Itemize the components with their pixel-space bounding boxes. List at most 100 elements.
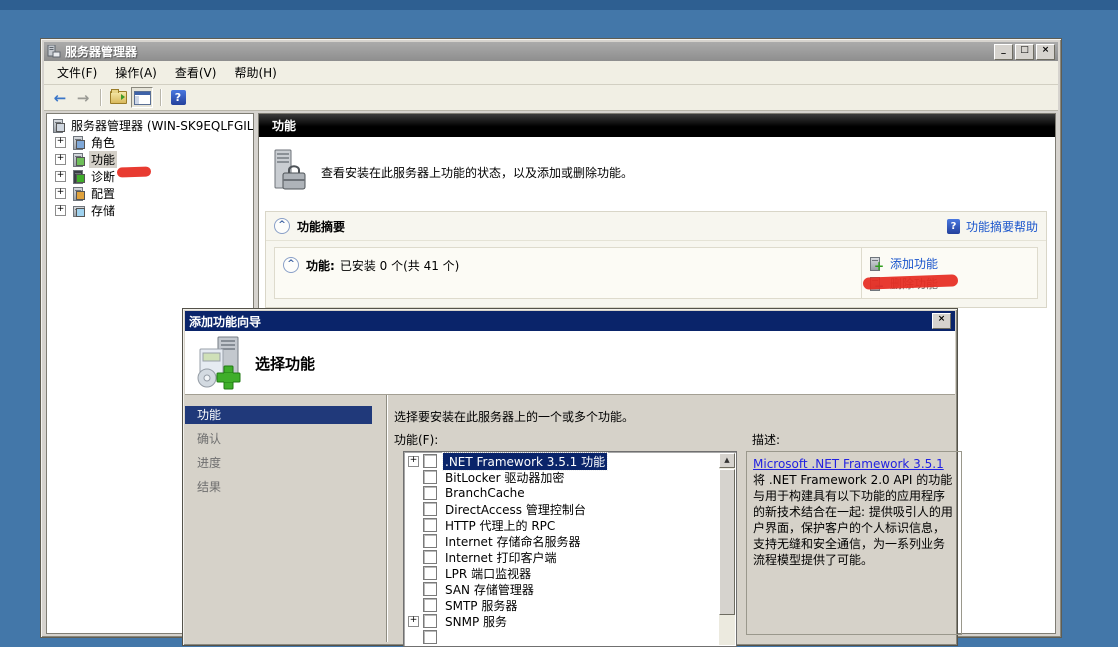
feature-label[interactable]: DirectAccess 管理控制台 [443,501,588,518]
feature-checkbox[interactable] [423,518,437,532]
expander-plus-icon[interactable]: + [55,205,66,216]
feature-label[interactable]: HTTP 代理上的 RPC [443,517,557,534]
menu-help[interactable]: 帮助(H) [225,61,285,84]
expander-plus-icon[interactable]: + [55,171,66,182]
menu-file[interactable]: 文件(F) [48,61,106,84]
feature-checkbox[interactable] [423,454,437,468]
select-features-intro: 选择要安装在此服务器上的一个或多个功能。 [394,408,962,425]
desktop-top-strip [0,0,1118,10]
feature-row[interactable]: Internet 存储命名服务器 [404,533,719,549]
feature-checkbox[interactable] [423,550,437,564]
expander-plus-icon[interactable]: + [55,137,66,148]
feature-checkbox[interactable] [423,582,437,596]
maximize-button[interactable]: □ [1015,44,1034,60]
feature-label[interactable]: SNMP 服务 [443,613,509,630]
feature-row[interactable]: DirectAccess 管理控制台 [404,501,719,517]
feature-row[interactable]: + SNMP 服务 [404,613,719,629]
feature-label[interactable]: BitLocker 驱动器加密 [443,469,566,486]
minimize-button[interactable]: _ [994,44,1013,60]
tree-item-features[interactable]: + 功能 [47,151,253,168]
features-summary-help[interactable]: ? 功能摘要帮助 [947,218,1038,235]
expander-plus-icon[interactable]: + [408,456,419,467]
feature-row[interactable]: Internet 打印客户端 [404,549,719,565]
tree-item-configuration[interactable]: + 配置 [47,185,253,202]
dialog-heading: 选择功能 [255,353,315,374]
server-manager-app-icon [47,45,61,58]
description-feature-link[interactable]: Microsoft .NET Framework 3.5.1 [753,457,944,471]
feature-checkbox[interactable] [423,630,437,644]
tree-item-storage[interactable]: + 存储 [47,202,253,219]
show-console-tree-button[interactable] [108,88,128,107]
feature-row[interactable]: SMTP 服务器 [404,597,719,613]
feature-checkbox[interactable] [423,566,437,580]
expander-plus-icon[interactable]: + [55,154,66,165]
feature-row[interactable]: HTTP 代理上的 RPC [404,517,719,533]
features-summary-header: ^ 功能摘要 ? 功能摘要帮助 [266,212,1046,241]
tree-root-label: 服务器管理器 (WIN-SK9EQLFGIL [69,117,253,134]
feature-label[interactable]: .NET Framework 3.5.1 功能 [443,453,607,470]
features-list-label: 功能(F): [394,431,744,448]
feature-checkbox[interactable] [423,614,437,628]
features-summary-title: 功能摘要 [297,218,345,235]
collapse-chevron-icon[interactable]: ^ [274,218,290,234]
feature-row[interactable]: + .NET Framework 3.5.1 功能 [404,453,719,469]
back-button[interactable]: ← [50,88,70,107]
tree-item-label: 诊断 [89,168,117,185]
feature-checkbox[interactable] [423,598,437,612]
configuration-icon [71,187,85,200]
features-summary-help-link[interactable]: 功能摘要帮助 [966,218,1038,235]
feature-label[interactable]: SMTP 服务器 [443,597,519,614]
expander-plus-icon[interactable]: + [55,188,66,199]
forward-button[interactable]: → [73,88,93,107]
wizard-step-progress[interactable]: 进度 [185,454,372,472]
dialog-close-button[interactable]: × [932,313,951,329]
tree-item-label: 角色 [89,134,117,151]
wizard-content: 选择要安装在此服务器上的一个或多个功能。 功能(F): + .NET Frame… [387,395,962,642]
features-intro: 查看安装在此服务器上功能的状态，以及添加或删除功能。 [271,149,1045,195]
scrollbar-thumb[interactable] [719,469,735,615]
dialog-banner: 选择功能 [185,331,955,395]
listbox-scrollbar[interactable]: ▲ [719,453,735,645]
scroll-up-icon[interactable]: ▲ [719,453,735,468]
feature-checkbox[interactable] [423,470,437,484]
wizard-step-confirmation[interactable]: 确认 [185,430,372,448]
feature-row[interactable]: SAN 存储管理器 [404,581,719,597]
dialog-titlebar[interactable]: 添加功能向导 × [185,311,955,331]
feature-label[interactable]: Internet 存储命名服务器 [443,533,582,550]
toolbar-separator [160,89,161,106]
features-listbox[interactable]: + .NET Framework 3.5.1 功能 BitLocker 驱动器加… [403,451,737,647]
feature-label[interactable]: Internet 打印客户端 [443,549,558,566]
help-button[interactable]: ? [168,88,188,107]
feature-row[interactable]: BitLocker 驱动器加密 [404,469,719,485]
description-panel: Microsoft .NET Framework 3.5.1 将 .NET Fr… [746,451,962,635]
roles-icon [71,136,85,149]
console-window-button[interactable] [131,87,153,108]
add-features-link[interactable]: 添加功能 [890,255,938,272]
feature-label[interactable]: SAN 存储管理器 [443,581,536,598]
description-text: 将 .NET Framework 2.0 API 的功能与用于构建具有以下功能的… [753,472,955,568]
tree-item-label: 功能 [89,151,117,168]
wizard-step-results[interactable]: 结果 [185,478,372,496]
feature-row[interactable]: BranchCache [404,485,719,501]
expander-plus-icon[interactable]: + [408,616,419,627]
add-features-wizard-dialog: 添加功能向导 × 选择功能 功能 确认 进度 结果 [182,308,958,646]
features-icon [71,153,85,166]
features-count-label: 功能: [306,257,335,274]
feature-row[interactable]: LPR 端口监视器 [404,565,719,581]
menu-view[interactable]: 查看(V) [166,61,226,84]
feature-checkbox[interactable] [423,486,437,500]
feature-row[interactable] [404,629,719,645]
close-button[interactable]: × [1036,44,1055,60]
tree-root-server-manager[interactable]: 服务器管理器 (WIN-SK9EQLFGIL [47,117,253,134]
window-titlebar[interactable]: 服务器管理器 _ □ × [44,42,1058,61]
feature-checkbox[interactable] [423,502,437,516]
collapse-chevron-icon[interactable]: ^ [283,257,299,273]
help-icon: ? [171,90,186,105]
feature-label[interactable]: LPR 端口监视器 [443,565,533,582]
feature-label[interactable]: BranchCache [443,486,527,500]
add-features-action[interactable]: + 添加功能 [870,253,1029,273]
menu-action[interactable]: 操作(A) [106,61,166,84]
feature-checkbox[interactable] [423,534,437,548]
wizard-step-features[interactable]: 功能 [185,406,372,424]
tree-item-roles[interactable]: + 角色 [47,134,253,151]
